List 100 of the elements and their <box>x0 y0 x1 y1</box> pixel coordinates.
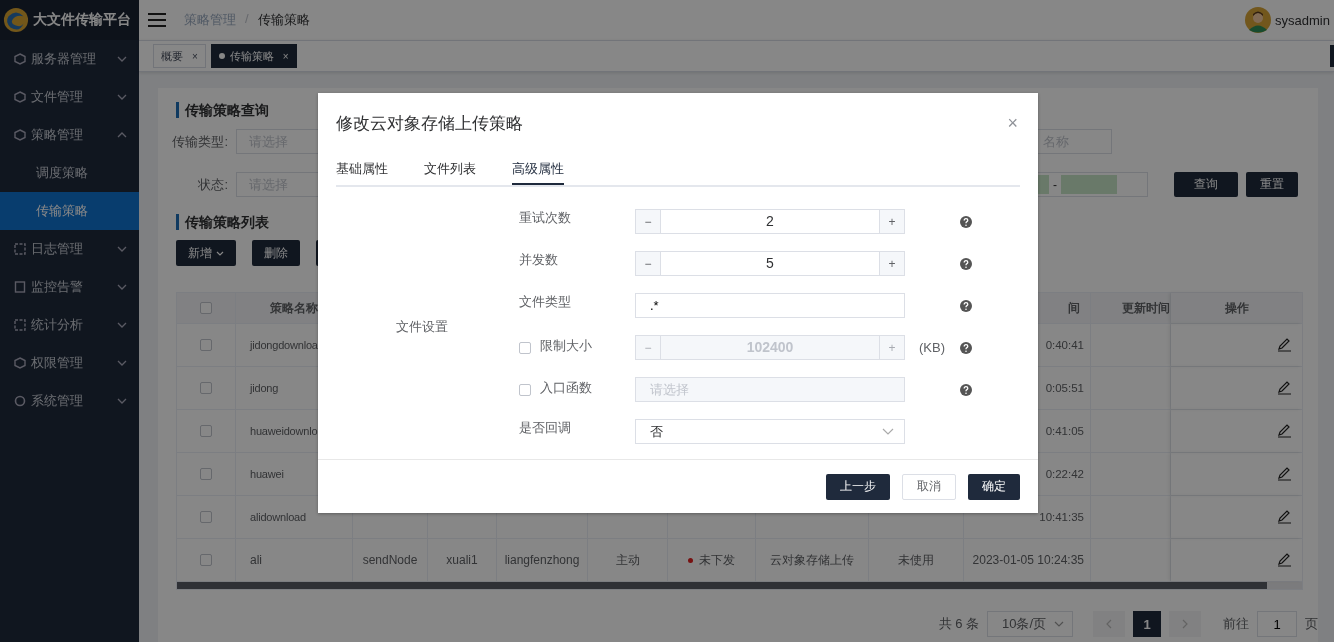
chevron-icon <box>117 398 127 404</box>
input-field[interactable]: .* <box>635 293 905 318</box>
status-dot <box>688 557 693 563</box>
column-header: 间 <box>1068 299 1080 317</box>
close-button[interactable]: × <box>1005 112 1020 134</box>
page-button[interactable]: 1 <box>1133 611 1161 637</box>
table-cell: 未下发 <box>699 551 735 569</box>
chevron-icon <box>117 360 127 366</box>
menu-icon[interactable] <box>148 13 166 27</box>
sidebar-subitem[interactable]: 传输策略 <box>0 192 139 230</box>
section-title: 传输策略查询 <box>176 102 269 118</box>
chevron-icon <box>117 322 127 328</box>
field-label: 文件类型 <box>519 292 571 311</box>
field-label: 限制大小 <box>540 336 592 355</box>
pencil-icon[interactable] <box>1276 466 1292 482</box>
app-title: 大文件传输平台 <box>33 11 131 29</box>
tab[interactable]: 高级属性 <box>512 155 564 185</box>
table-cell: 0:22:42 <box>1045 468 1084 480</box>
table-cell: 未使用 <box>898 551 934 569</box>
sidebar-item[interactable]: 服务器管理 <box>0 40 139 78</box>
pencil-icon[interactable] <box>1276 380 1292 396</box>
chevron-icon <box>1054 621 1064 627</box>
page-suffix: 页 <box>1305 615 1318 633</box>
section-title: 传输策略列表 <box>176 214 269 230</box>
gear-icon <box>14 395 26 407</box>
number-stepper[interactable]: − 2 + <box>635 209 905 234</box>
cube-icon <box>14 53 26 65</box>
tab[interactable]: 基础属性 <box>336 155 388 185</box>
dialog-button[interactable]: 确定 <box>968 473 1020 500</box>
caret-icon <box>216 250 224 256</box>
unit-label: (KB) <box>919 340 945 355</box>
query-button[interactable]: 查询 <box>1174 172 1238 197</box>
chevron-icon <box>117 284 127 290</box>
help-icon[interactable] <box>960 215 972 228</box>
page-tab[interactable]: 概要 × <box>153 44 206 68</box>
table-cell: sendNode <box>362 553 418 567</box>
checkbox[interactable] <box>200 382 212 394</box>
table-cell: 10:41:35 <box>1039 511 1084 523</box>
help-icon[interactable] <box>960 299 972 312</box>
pencil-icon[interactable] <box>1276 423 1292 439</box>
sidebar-item[interactable]: 系统管理 <box>0 382 139 420</box>
table-cell: 0:40:41 <box>1045 339 1084 351</box>
total-count: 共 6 条 <box>938 615 979 633</box>
user-name[interactable]: sysadmin <box>1275 12 1330 28</box>
column-header: 操作 <box>1224 299 1249 317</box>
sidebar-item[interactable]: 权限管理 <box>0 344 139 382</box>
field-label: 传输类型: <box>172 132 228 151</box>
chevron-right-icon <box>1182 619 1188 629</box>
toolbar-button[interactable]: 删除 <box>252 240 300 266</box>
column-header: 更新时间 <box>1122 299 1170 317</box>
goto-label: 前往 <box>1223 615 1249 633</box>
table-cell: alidownload <box>250 511 306 523</box>
pencil-icon[interactable] <box>1276 552 1292 568</box>
help-icon[interactable] <box>960 257 972 270</box>
pencil-icon[interactable] <box>1276 509 1292 525</box>
query-button[interactable]: 重置 <box>1246 172 1298 197</box>
field-label: 重试次数 <box>519 208 571 227</box>
sidebar-subitem[interactable]: 调度策略 <box>0 154 139 192</box>
number-stepper[interactable]: − 5 + <box>635 251 905 276</box>
sidebar-item[interactable]: 统计分析 <box>0 306 139 344</box>
scrollbar-thumb[interactable] <box>177 582 1267 589</box>
table-cell: liangfenzhong <box>504 553 580 567</box>
avatar[interactable] <box>1245 7 1272 33</box>
column-header: 策略名称 <box>270 299 318 317</box>
chevron-icon <box>117 246 127 252</box>
table-cell: ali <box>250 553 262 567</box>
breadcrumb-separator: / <box>245 11 249 28</box>
sidebar-item[interactable]: 监控告警 <box>0 268 139 306</box>
field-label: 是否回调 <box>519 418 571 437</box>
page-size-select[interactable]: 10条/页 <box>987 611 1073 637</box>
toolbar-button[interactable]: 新增 <box>176 240 236 266</box>
checkbox[interactable] <box>200 302 212 314</box>
checkbox[interactable] <box>200 339 212 351</box>
dialog-button[interactable]: 取消 <box>902 473 956 500</box>
panel-icon <box>14 281 26 293</box>
dialog-title: 修改云对象存储上传策略 <box>336 112 523 135</box>
table-cell: jidongdownloa <box>250 339 318 351</box>
checkbox[interactable] <box>200 554 212 566</box>
page-input[interactable]: 1 <box>1257 611 1297 637</box>
table-cell: 0:05:51 <box>1045 382 1084 394</box>
pencil-icon[interactable] <box>1276 337 1292 353</box>
page-tab[interactable]: 传输策略 × <box>210 44 297 68</box>
group-label: 文件设置 <box>395 317 448 336</box>
checkbox[interactable] <box>200 468 212 480</box>
table-cell: 2023-01-05 10:24:35 <box>972 553 1084 567</box>
sidebar-item[interactable]: 文件管理 <box>0 78 139 116</box>
select-field[interactable]: 否 <box>635 419 905 444</box>
chevron-icon <box>882 428 894 435</box>
table-cell: 0:41:05 <box>1045 425 1084 437</box>
chevron-left-icon <box>1106 619 1112 629</box>
checkbox[interactable] <box>200 511 212 523</box>
table-cell: 主动 <box>615 551 640 569</box>
tab[interactable]: 文件列表 <box>424 155 476 185</box>
table-cell: jidong <box>250 382 279 394</box>
checkbox[interactable] <box>200 425 212 437</box>
sidebar-item[interactable]: 策略管理 <box>0 116 139 154</box>
table-cell: huaweidownlo <box>250 425 318 437</box>
dialog-button[interactable]: 上一步 <box>826 473 890 500</box>
sidebar-item[interactable]: 日志管理 <box>0 230 139 268</box>
field-label: 并发数 <box>519 250 558 269</box>
